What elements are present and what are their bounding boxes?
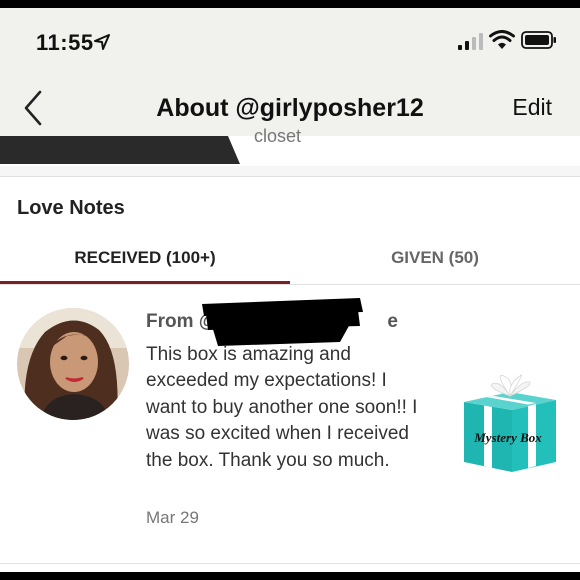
avatar[interactable] — [17, 308, 129, 420]
tab-given[interactable]: GIVEN (50) — [290, 248, 580, 268]
gift-label: Mystery Box — [473, 430, 542, 445]
mystery-box-image: Mystery Box — [464, 374, 556, 472]
love-notes-heading: Love Notes — [17, 197, 125, 219]
page-title: About @girlyposher12 — [156, 94, 424, 122]
list-divider — [0, 563, 580, 564]
status-time: 11:55 — [36, 30, 94, 55]
tab-divider — [0, 284, 580, 285]
note-from-suffix: e — [387, 311, 398, 332]
profile-tab-selected[interactable] — [0, 136, 240, 164]
section-divider — [0, 166, 580, 177]
edit-button[interactable]: Edit — [512, 94, 552, 121]
redaction-mark — [202, 298, 363, 346]
app-screen: 11:55 About @girlyposher12 Edit closet L… — [0, 8, 580, 572]
note-date: Mar 29 — [146, 508, 199, 527]
location-arrow-icon — [94, 34, 110, 50]
cellular-signal-icon — [458, 33, 483, 50]
note-text: This box is amazing and exceeded my expe… — [146, 344, 418, 471]
battery-icon — [521, 31, 556, 49]
tab-closet[interactable]: closet — [254, 126, 301, 147]
wifi-icon — [489, 30, 515, 49]
tab-received[interactable]: RECEIVED (100+) — [0, 248, 290, 268]
